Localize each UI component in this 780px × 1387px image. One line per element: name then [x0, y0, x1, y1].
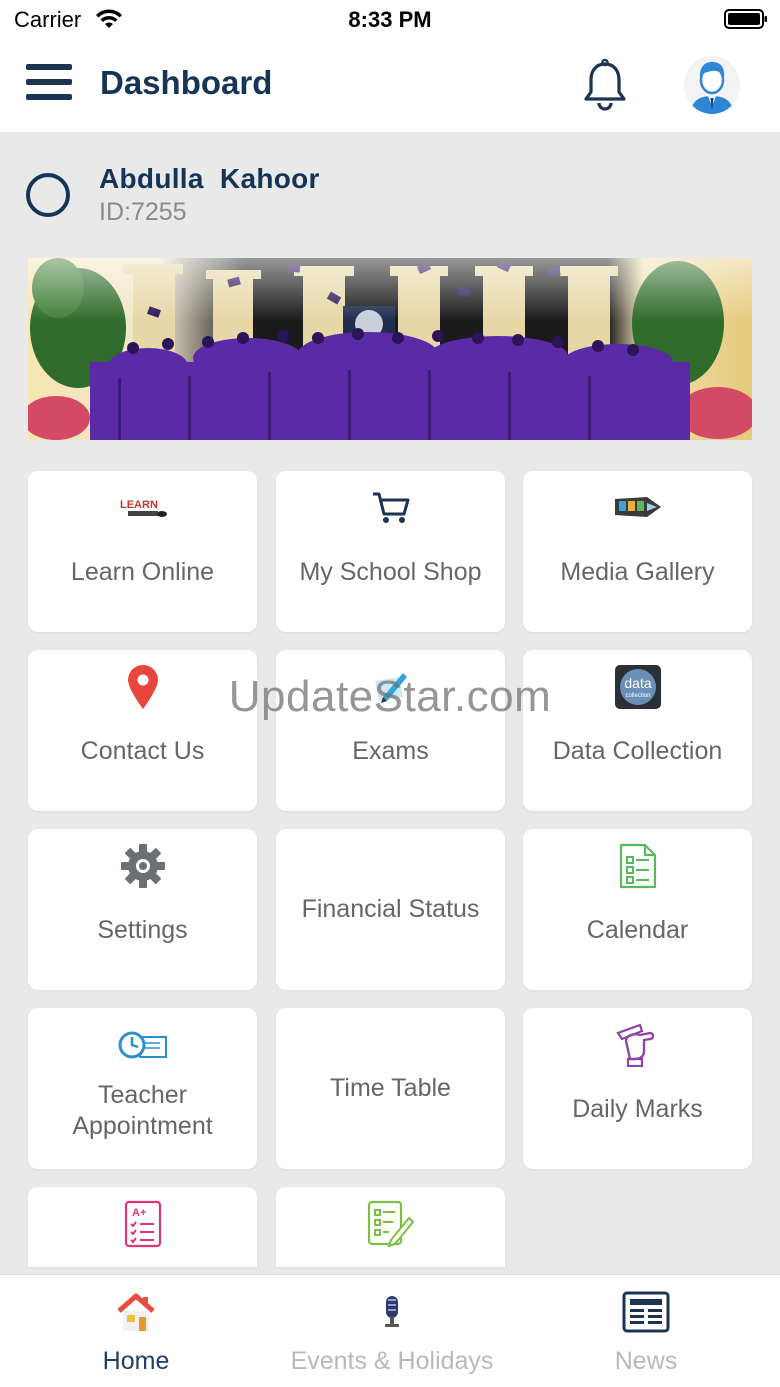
gear-icon [115, 841, 171, 891]
tile-label: Financial Status [301, 895, 480, 923]
status-bar: Carrier 8:33 PM [0, 0, 780, 40]
tab-home[interactable]: Home [6, 1275, 266, 1387]
profile-avatar[interactable] [684, 56, 740, 114]
svg-text:A+: A+ [132, 1207, 146, 1219]
watermark-text: UpdateStar.com [228, 672, 552, 721]
tab-events-holidays[interactable]: Events & Holidays [262, 1275, 522, 1387]
film-icon [610, 483, 666, 533]
tile-label: Settings [97, 916, 188, 944]
clock-note-icon [115, 1020, 171, 1070]
bell-icon[interactable] [580, 58, 630, 112]
cart-icon [363, 483, 419, 533]
tile-label-line-2: Appointment [72, 1112, 213, 1140]
tab-label: Events & Holidays [290, 1347, 494, 1375]
checklist-icon [610, 841, 666, 891]
user-info: Abdulla Kahoor ID:7255 [0, 132, 780, 252]
tile-calendar[interactable]: Calendar [523, 829, 752, 990]
microphone-icon [367, 1289, 417, 1335]
hand-pen-icon [610, 1020, 666, 1070]
graduation-banner-image [28, 258, 752, 440]
tile-financial-status[interactable]: Financial Status [276, 829, 505, 990]
bottom-tab-bar: Home Events & Holidays News [0, 1274, 780, 1387]
tab-label: News [614, 1347, 678, 1375]
svg-text:LEARN: LEARN [120, 499, 158, 511]
grade-sheet-icon: A+ [115, 1199, 171, 1249]
tile-learn-online[interactable]: LEARN Learn Online [28, 471, 257, 632]
app-header: Dashboard [0, 40, 780, 132]
tile-label: Daily Marks [572, 1095, 703, 1123]
tile-settings[interactable]: Settings [28, 829, 257, 990]
tile-my-school-shop[interactable]: My School Shop [276, 471, 505, 632]
user-name: Abdulla Kahoor [99, 163, 320, 194]
tab-label: Home [102, 1347, 170, 1375]
tile-form[interactable] [276, 1187, 505, 1267]
tile-label: Teacher Appointment [28, 1080, 257, 1142]
tile-daily-marks[interactable]: Daily Marks [523, 1008, 752, 1169]
user-select-radio[interactable] [26, 173, 70, 217]
tile-teacher-appointment[interactable]: Teacher Appointment [28, 1008, 257, 1169]
tile-label: Learn Online [70, 558, 215, 586]
page-title: Dashboard [100, 64, 273, 101]
tile-label: Time Table [330, 1074, 451, 1102]
form-pen-icon [363, 1199, 419, 1249]
user-id: ID:7255 [99, 198, 187, 226]
tile-label-line-1: Teacher [98, 1081, 187, 1109]
tab-news[interactable]: News [516, 1275, 776, 1387]
user-avatar-icon [690, 61, 734, 114]
battery-icon [724, 9, 767, 29]
tile-label: Media Gallery [560, 558, 715, 586]
tile-grade-sheet[interactable]: A+ [28, 1187, 257, 1267]
tile-media-gallery[interactable]: Media Gallery [523, 471, 752, 632]
home-icon [111, 1289, 161, 1335]
learn-icon: LEARN [115, 483, 171, 533]
tile-label: Exams [352, 737, 429, 765]
status-time: 8:33 PM [348, 7, 432, 32]
hamburger-menu-icon[interactable] [26, 64, 72, 104]
tile-label: Calendar [586, 916, 689, 944]
tile-time-table[interactable]: Time Table [276, 1008, 505, 1169]
tile-label: Contact Us [80, 737, 205, 765]
newspaper-icon [621, 1289, 671, 1335]
tile-label: My School Shop [299, 558, 482, 586]
tile-label: Data Collection [552, 737, 723, 765]
